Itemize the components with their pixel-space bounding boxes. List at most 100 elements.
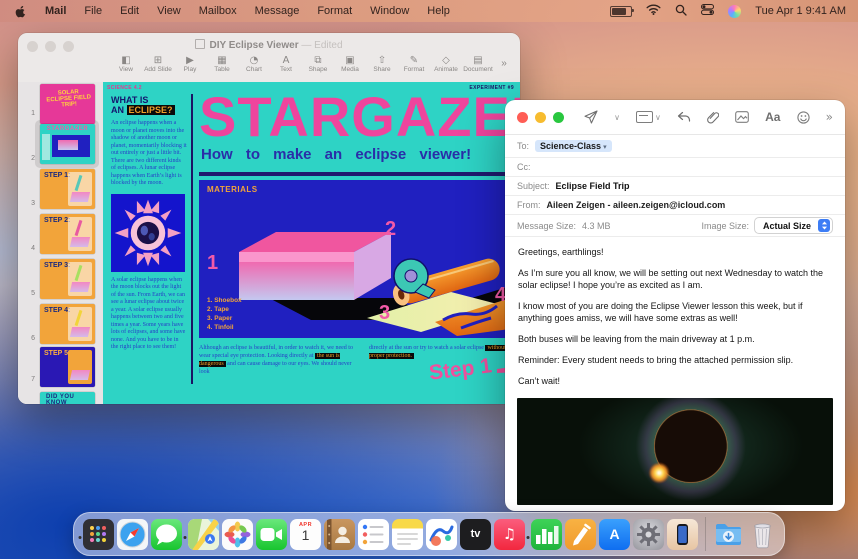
eclipse-paragraph-2[interactable]: A solar eclipse happens when the moon bl…: [111, 277, 187, 352]
dock-notes[interactable]: [392, 519, 423, 550]
menu-item-format[interactable]: Format: [317, 5, 352, 17]
emoji-icon[interactable]: [797, 111, 810, 124]
overflow-icon[interactable]: »: [826, 110, 833, 124]
dock-safari[interactable]: [117, 519, 148, 550]
siri-icon[interactable]: [728, 5, 741, 18]
close-button[interactable]: [517, 112, 528, 123]
tool-text[interactable]: AText: [270, 55, 302, 73]
to-field[interactable]: To: Science-Class▾: [505, 135, 845, 158]
dock-pages[interactable]: [565, 519, 596, 550]
menu-item-mailbox[interactable]: Mailbox: [199, 5, 237, 17]
dock-maps[interactable]: [188, 519, 219, 550]
from-value: Aileen Zeigen - aileen.zeigen@icloud.com: [547, 200, 726, 210]
message-body[interactable]: Greetings, earthlings! As I’m sure you a…: [505, 237, 845, 420]
what-is-heading[interactable]: WHAT IS AN ECLIPSE?: [111, 95, 187, 115]
tool-add-slide[interactable]: ⊞Add Slide: [142, 55, 174, 73]
table-icon: ▦: [217, 55, 226, 66]
slide-thumbnail-1[interactable]: SOLAR ECLIPSE FIELD TRIP!: [40, 84, 95, 124]
dock-messages[interactable]: [151, 519, 182, 550]
dock-system-settings[interactable]: [633, 519, 664, 550]
menu-item-window[interactable]: Window: [370, 5, 409, 17]
dock-facetime[interactable]: [256, 519, 287, 550]
materials-panel[interactable]: MATERIALS: [199, 180, 515, 338]
tool-document[interactable]: ▤Document: [462, 55, 494, 73]
slide-thumbnail-3[interactable]: STEP 1:: [40, 169, 95, 209]
eclipse-photo-attachment[interactable]: [517, 398, 833, 505]
tool-view[interactable]: ◧View: [110, 55, 142, 73]
insert-photo-icon[interactable]: [735, 111, 749, 123]
menu-item-help[interactable]: Help: [427, 5, 450, 17]
dock-photos[interactable]: [222, 519, 253, 550]
dock-music[interactable]: ♫: [494, 519, 525, 550]
tool-format[interactable]: ✎Format: [398, 55, 430, 73]
trash-icon: [747, 519, 778, 550]
slide-title[interactable]: STARGAZER: [199, 84, 520, 149]
format-icon[interactable]: Aa: [765, 110, 780, 124]
menu-item-message[interactable]: Message: [255, 5, 300, 17]
tool-play[interactable]: ▶Play: [174, 55, 206, 73]
dock-downloads[interactable]: [713, 519, 744, 550]
subject-value: Eclipse Field Trip: [556, 181, 630, 191]
sun-illustration[interactable]: [111, 194, 185, 272]
shape-icon: ⧉: [314, 55, 321, 66]
slide-thumbnail-4[interactable]: STEP 2:: [40, 214, 95, 254]
tool-chart[interactable]: ◔Chart: [238, 55, 270, 73]
slide-thumbnail-5[interactable]: STEP 3:: [40, 259, 95, 299]
zoom-button[interactable]: [553, 112, 564, 123]
wifi-icon[interactable]: [646, 4, 661, 18]
slide-thumbnail-8[interactable]: DID YOU KNOW: [40, 392, 95, 404]
dock-freeform[interactable]: [426, 519, 457, 550]
apple-menu[interactable]: [14, 4, 27, 19]
battery-icon[interactable]: [610, 6, 632, 17]
tool-table[interactable]: ▦Table: [206, 55, 238, 73]
dock-contacts[interactable]: [324, 519, 355, 550]
messages-icon: [151, 519, 182, 550]
menu-item-view[interactable]: View: [157, 5, 181, 17]
cc-field[interactable]: Cc:: [505, 158, 845, 177]
course-code[interactable]: SCIENCE 4.2: [107, 85, 142, 91]
slide-subtitle[interactable]: How to make an eclipse viewer!: [201, 146, 471, 163]
dock-calendar[interactable]: APR 1: [290, 519, 321, 550]
send-icon[interactable]: [584, 110, 598, 124]
header-fields-icon[interactable]: ∨: [636, 111, 661, 123]
reply-icon[interactable]: [677, 111, 691, 123]
toolbar-overflow-icon[interactable]: »: [494, 55, 514, 69]
subject-field[interactable]: Subject: Eclipse Field Trip: [505, 177, 845, 196]
dock-iphone-mirroring[interactable]: [667, 519, 698, 550]
dock-apple-tv[interactable]: tv: [460, 519, 491, 550]
tool-shape[interactable]: ⧉Shape: [302, 55, 334, 73]
caution-text-right[interactable]: directly at the sun or try to watch a so…: [369, 344, 519, 360]
image-size-select[interactable]: Actual Size: [754, 217, 833, 234]
minimize-button[interactable]: [535, 112, 546, 123]
from-field[interactable]: From: Aileen Zeigen - aileen.zeigen@iclo…: [505, 196, 845, 215]
tool-animate[interactable]: ◇Animate: [430, 55, 462, 73]
eclipse-paragraph-1[interactable]: An eclipse happens when a moon or planet…: [111, 120, 187, 188]
tool-media[interactable]: ▣Media: [334, 55, 366, 73]
chevron-down-icon[interactable]: ∨: [614, 113, 620, 122]
control-center-icon[interactable]: [701, 4, 714, 18]
safari-icon: [117, 519, 148, 550]
animate-icon: ◇: [442, 55, 450, 66]
caution-text-left[interactable]: Although an eclipse is beautiful, in ord…: [199, 344, 359, 376]
dock-app-store[interactable]: A: [599, 519, 630, 550]
attach-icon[interactable]: [707, 111, 719, 124]
dock-launchpad[interactable]: [83, 519, 114, 550]
menu-item-mail[interactable]: Mail: [45, 5, 66, 17]
slide-thumbnail-2[interactable]: STARGAZER: [40, 124, 95, 164]
menu-item-edit[interactable]: Edit: [120, 5, 139, 17]
tool-share[interactable]: ⇧Share: [366, 55, 398, 73]
freeform-icon: [426, 519, 457, 550]
slide-left-column: WHAT IS AN ECLIPSE? An eclipse happens w…: [111, 95, 187, 352]
dock-trash[interactable]: [747, 519, 778, 550]
slide-thumbnail-6[interactable]: STEP 4:: [40, 304, 95, 344]
document-icon: ▤: [473, 55, 482, 66]
dock-numbers[interactable]: [531, 519, 562, 550]
menu-bar-clock[interactable]: Tue Apr 1 9:41 AM: [755, 5, 846, 17]
search-icon[interactable]: [675, 4, 687, 19]
recipient-token[interactable]: Science-Class▾: [535, 140, 612, 152]
dock-reminders[interactable]: [358, 519, 389, 550]
slide-thumbnail-7[interactable]: STEP 5:: [40, 347, 95, 387]
menu-item-file[interactable]: File: [84, 5, 102, 17]
keynote-toolbar: ◧View ⊞Add Slide ▶Play ▦Table ◔Chart ATe…: [18, 55, 520, 83]
materials-list: 1. Shoebox 2. Tape 3. Paper 4. Tinfoil: [207, 296, 242, 332]
